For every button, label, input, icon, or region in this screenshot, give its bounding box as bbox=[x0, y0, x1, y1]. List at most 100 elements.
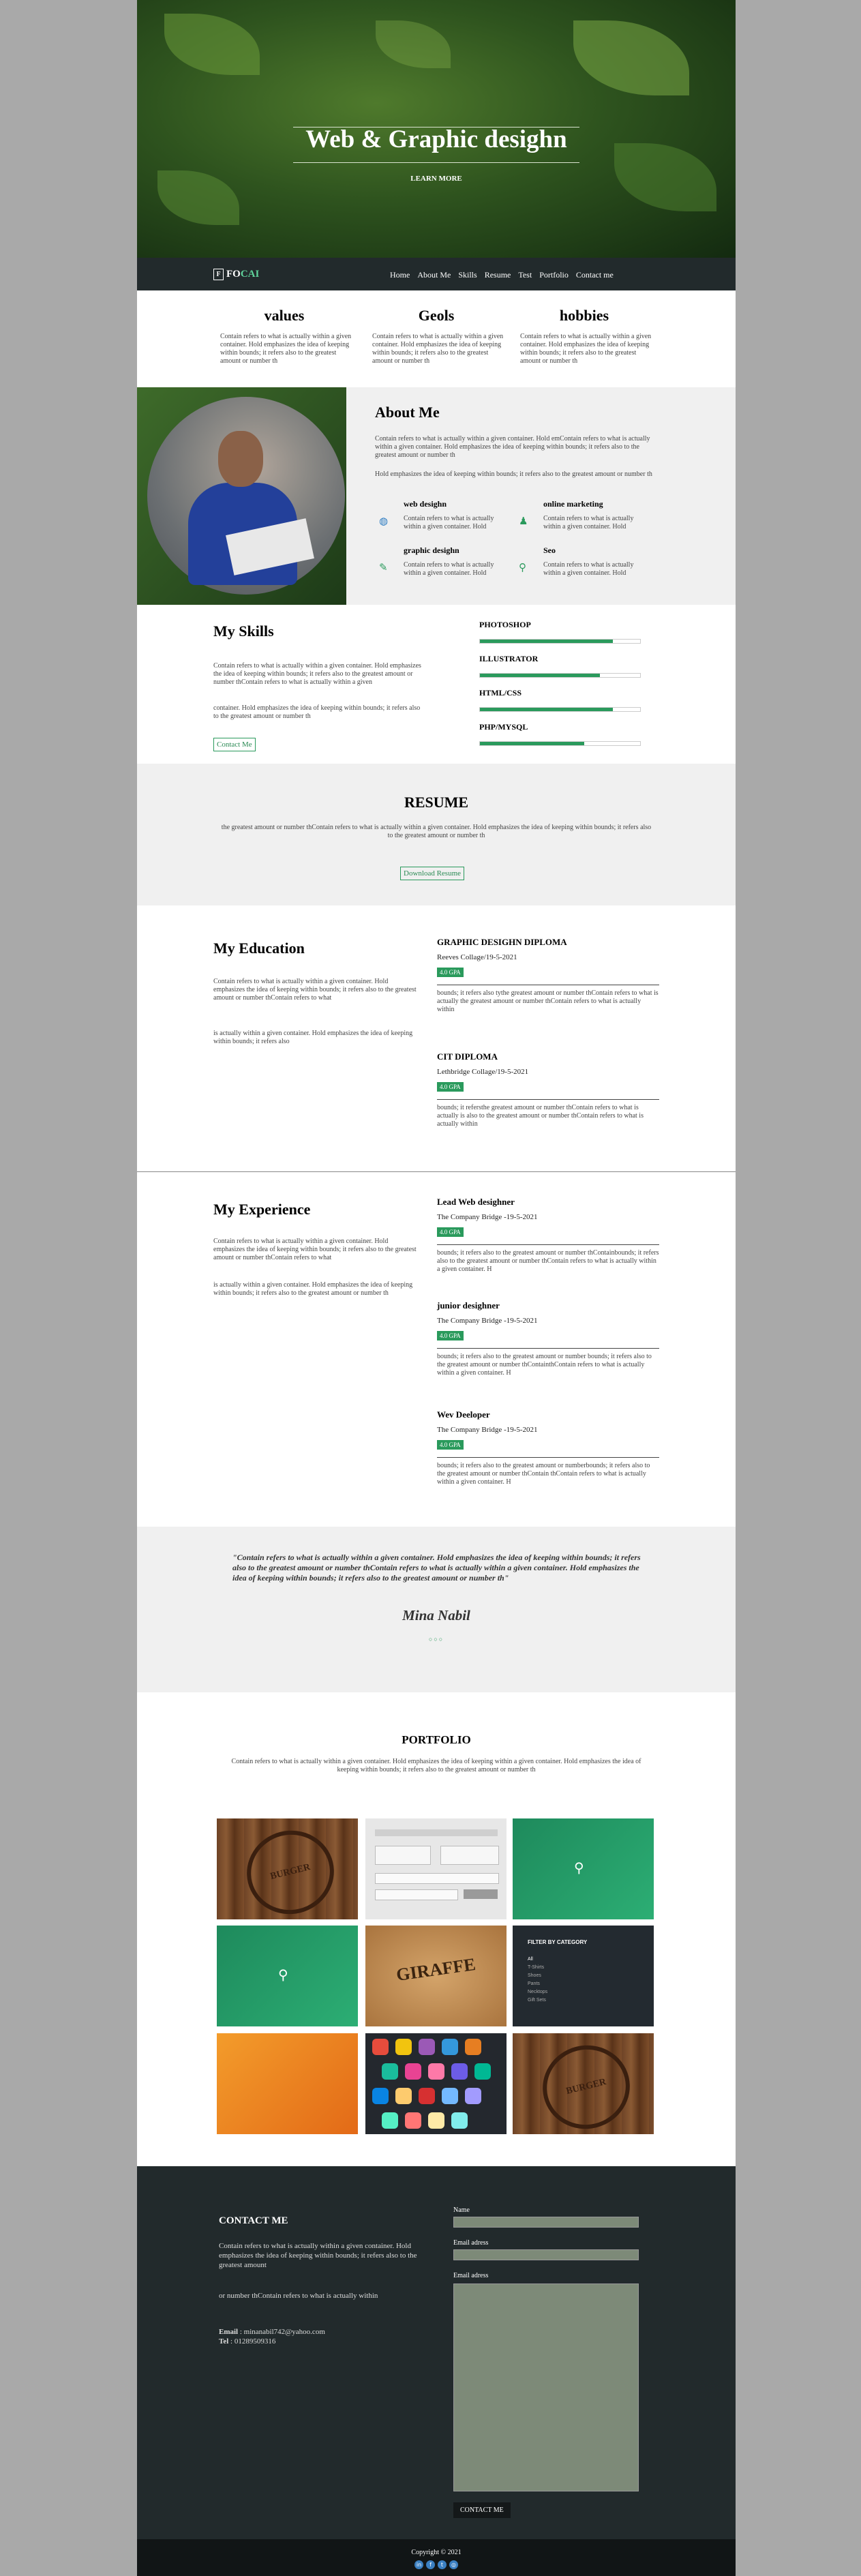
twitter-icon[interactable]: t bbox=[438, 2560, 447, 2569]
service-graphic-design: ✎ graphic desighn Contain refers to what… bbox=[379, 545, 515, 578]
column-text: Contain refers to what is actually withi… bbox=[220, 333, 352, 365]
contact-paragraph: or number thContain refers to what is ac… bbox=[219, 2292, 378, 2300]
portfolio-text: Contain refers to what is actually withi… bbox=[231, 1758, 641, 1773]
contact-paragraph: Contain refers to what is actually withi… bbox=[219, 2242, 417, 2269]
hero-rule-bottom bbox=[293, 162, 579, 163]
service-text: Contain refers to what is actually withi… bbox=[404, 561, 494, 577]
divider bbox=[437, 1244, 659, 1245]
experience-entry: Wev Deeloper The Company Bridge -19-5-20… bbox=[437, 1409, 659, 1486]
entry-text: bounds; it refers also to the greatest a… bbox=[437, 1353, 652, 1377]
copyright: Copyright © 2021 bbox=[411, 2549, 462, 2556]
portfolio-item[interactable]: BURGER bbox=[217, 1818, 358, 1919]
logo[interactable]: F FOCAI bbox=[213, 269, 259, 280]
divider bbox=[437, 1457, 659, 1458]
hobbies-column: hobbies Contain refers to what is actual… bbox=[513, 307, 655, 365]
name-input[interactable] bbox=[453, 2217, 639, 2228]
testimonial-quote: "Contain refers to what is actually with… bbox=[232, 1553, 641, 1583]
portfolio-item[interactable] bbox=[365, 2033, 507, 2134]
contact-me-button[interactable]: Contact Me bbox=[213, 738, 256, 751]
skill-label: HTML/CSS bbox=[479, 688, 522, 698]
portfolio-item[interactable]: ⚲ bbox=[513, 1818, 654, 1919]
skill-bar bbox=[479, 673, 641, 678]
experience-section: My Experience Contain refers to what is … bbox=[137, 1172, 736, 1527]
entry-place: Lethbridge Collage/19-5-2021 bbox=[437, 1068, 529, 1076]
experience-entry: junior desighner The Company Bridge -19-… bbox=[437, 1300, 659, 1377]
resume-text: the greatest amount or number thContain … bbox=[221, 824, 652, 839]
about-section: About Me Contain refers to what is actua… bbox=[137, 387, 736, 605]
portfolio-item[interactable]: BURGER bbox=[513, 2033, 654, 2134]
portfolio-item[interactable]: ⚲ bbox=[217, 1926, 358, 2026]
facebook-icon[interactable]: f bbox=[426, 2560, 435, 2569]
skill-bar bbox=[479, 707, 641, 712]
education-section: My Education Contain refers to what is a… bbox=[137, 905, 736, 1172]
nav-item-home[interactable]: Home bbox=[390, 270, 410, 280]
filter-title: FILTER BY CATEGORY bbox=[528, 1939, 588, 1945]
service-title: Seo bbox=[543, 545, 556, 555]
service-text: Contain refers to what is actually withi… bbox=[543, 561, 634, 577]
divider bbox=[437, 1348, 659, 1349]
portfolio-title: PORTFOLIO bbox=[402, 1733, 471, 1746]
hero-title: Web & Graphic desighn bbox=[305, 125, 567, 153]
footer: Copyright © 2021 in f t ◎ bbox=[137, 2539, 736, 2576]
entry-text: bounds; it refersthe greatest amount or … bbox=[437, 1104, 644, 1128]
column-title: values bbox=[264, 307, 305, 324]
zoom-icon[interactable]: ⚲ bbox=[278, 1966, 296, 1984]
about-paragraph: Hold emphasizes the idea of keeping with… bbox=[375, 470, 652, 478]
email-input[interactable] bbox=[453, 2249, 639, 2260]
nav-item-skills[interactable]: Skills bbox=[458, 270, 477, 280]
gpa-badge: 4.0 GPA bbox=[437, 968, 464, 977]
portfolio-item[interactable] bbox=[365, 1818, 507, 1919]
portfolio-item[interactable] bbox=[217, 2033, 358, 2134]
entry-title: GRAPHIC DESIGHN DIPLOMA bbox=[437, 937, 567, 947]
download-resume-button[interactable]: Download Resume bbox=[400, 867, 465, 880]
contact-phone: Tel : 01289509316 bbox=[219, 2337, 276, 2346]
column-title: Geols bbox=[418, 307, 455, 324]
entry-place: Reeves Collage/19-5-2021 bbox=[437, 953, 517, 961]
message-textarea[interactable] bbox=[453, 2283, 639, 2491]
education-entry: CIT DIPLOMA Lethbridge Collage/19-5-2021… bbox=[437, 1051, 659, 1128]
service-title: online marketing bbox=[543, 499, 603, 509]
page: Web & Graphic desighn LEARN MORE F FOCAI… bbox=[137, 0, 736, 2576]
navbar: F FOCAI Home About Me Skills Resume Test… bbox=[137, 258, 736, 290]
skill-bar-fill bbox=[480, 708, 614, 711]
nav-item-test[interactable]: Test bbox=[518, 270, 532, 280]
carousel-dots[interactable]: ○○○ bbox=[137, 1636, 736, 1643]
skill-bar-fill bbox=[480, 742, 584, 745]
nav-item-portfolio[interactable]: Portfolio bbox=[539, 270, 569, 280]
name-label: Name bbox=[453, 2206, 470, 2214]
zoom-icon[interactable]: ⚲ bbox=[574, 1859, 592, 1877]
pencil-icon: ✎ bbox=[379, 563, 388, 573]
entry-title: Lead Web desighner bbox=[437, 1197, 515, 1207]
contact-title: CONTACT ME bbox=[219, 2215, 288, 2226]
nav-item-resume[interactable]: Resume bbox=[485, 270, 511, 280]
values-column: values Contain refers to what is actuall… bbox=[213, 307, 355, 365]
leaf-decoration bbox=[164, 14, 260, 75]
service-seo: ⚲ Seo Contain refers to what is actually… bbox=[519, 545, 655, 578]
nav-item-about[interactable]: About Me bbox=[417, 270, 451, 280]
linkedin-icon[interactable]: in bbox=[414, 2560, 423, 2569]
testimonial-author: Mina Nabil bbox=[402, 1607, 470, 1623]
portfolio-item[interactable]: FILTER BY CATEGORY All T-Shirts Shoes Pa… bbox=[513, 1926, 654, 2026]
experience-title: My Experience bbox=[213, 1201, 311, 1218]
instagram-icon[interactable]: ◎ bbox=[449, 2560, 458, 2569]
service-web-design: ◍ web desighn Contain refers to what is … bbox=[379, 499, 515, 531]
skill-bar bbox=[479, 741, 641, 746]
column-title: hobbies bbox=[559, 307, 609, 324]
skill-label: ILLUSTRATOR bbox=[479, 654, 539, 663]
entry-text: bounds; it refers also to the greatest a… bbox=[437, 1462, 650, 1486]
contact-submit-button[interactable]: CONTACT ME bbox=[453, 2502, 511, 2518]
education-paragraph: Contain refers to what is actually withi… bbox=[213, 978, 417, 1002]
learn-more-button[interactable]: LEARN MORE bbox=[137, 175, 736, 183]
testimonial-section: "Contain refers to what is actually with… bbox=[137, 1527, 736, 1692]
about-title: About Me bbox=[375, 404, 440, 421]
goals-column: Geols Contain refers to what is actually… bbox=[365, 307, 507, 365]
skills-title: My Skills bbox=[213, 623, 274, 640]
resume-title: RESUME bbox=[404, 794, 469, 811]
skill-label: PHP/MYSQL bbox=[479, 722, 528, 732]
entry-title: junior desighner bbox=[437, 1300, 500, 1311]
burger-stamp-image: BURGER bbox=[238, 1821, 343, 1919]
service-online-marketing: ♟ online marketing Contain refers to wha… bbox=[519, 499, 655, 531]
nav-item-contact[interactable]: Contact me bbox=[576, 270, 614, 280]
globe-icon: ◍ bbox=[379, 516, 389, 527]
portfolio-item[interactable]: GIRAFFE bbox=[365, 1926, 507, 2026]
